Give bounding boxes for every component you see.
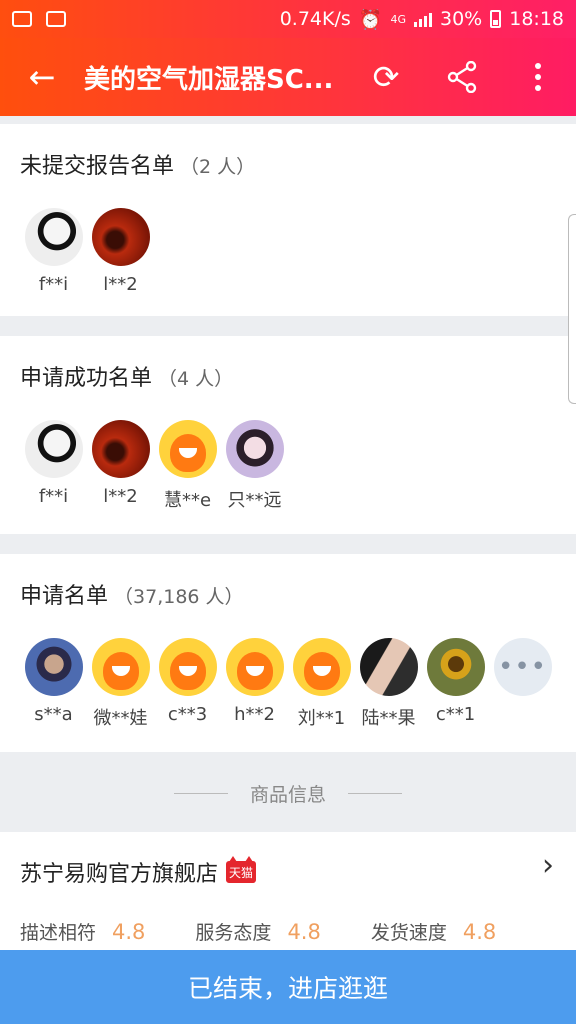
tmall-badge-icon: 天猫	[226, 856, 257, 883]
page-title: 美的空气加湿器SC...	[84, 64, 334, 95]
store-name[interactable]: 苏宁易购官方旗舰店 天猫	[20, 856, 257, 888]
avatar	[292, 638, 351, 696]
rating-value: 4.8	[112, 920, 146, 944]
status-bar: 0.74K/s ⏰ 4G 30% 18:18	[0, 0, 576, 38]
network-type: 4G	[390, 12, 406, 26]
user-item[interactable]: c**1	[422, 638, 489, 730]
user-name: f**i	[38, 486, 69, 507]
section-count: （2 人）	[180, 156, 256, 178]
user-name: l**2	[103, 274, 138, 295]
rating-shipping: 发货速度 4.8	[371, 918, 496, 945]
avatar	[24, 420, 83, 478]
section-title-text: 未提交报告名单	[20, 154, 175, 179]
rating-service: 服务态度 4.8	[195, 918, 320, 945]
divider-line	[348, 792, 402, 794]
user-name: f**i	[38, 274, 69, 295]
more-vertical-icon	[535, 63, 541, 91]
clock: 18:18	[509, 8, 564, 30]
applicants-user-list: s**a 微**娃 c**3 h**2 刘**1 陆**果 c**1 •••	[20, 638, 556, 730]
avatar	[158, 420, 217, 478]
user-name: c**1	[435, 704, 476, 725]
user-name: 慧**e	[163, 490, 212, 511]
section-title-text: 申请成功名单	[20, 366, 153, 391]
avatar	[225, 420, 284, 478]
user-item[interactable]: l**2	[87, 208, 154, 295]
refresh-button[interactable]: ⟳	[348, 38, 424, 116]
rating-value: 4.8	[462, 920, 497, 944]
more-dots-icon: •••	[493, 638, 552, 696]
section-title-text: 申请名单	[20, 584, 109, 609]
user-item[interactable]: l**2	[87, 420, 154, 512]
divider-line	[173, 792, 228, 794]
avatar	[91, 420, 150, 478]
section-title: 申请成功名单 （4 人）	[20, 360, 233, 392]
store-name-text: 苏宁易购官方旗舰店	[20, 862, 219, 887]
edge-panel-handle[interactable]	[568, 214, 576, 404]
battery-percent: 30%	[440, 8, 483, 30]
not-submitted-section: 未提交报告名单 （2 人） f**i l**2	[0, 124, 576, 316]
store-ratings: 描述相符 4.8 服务态度 4.8 发货速度 4.8	[20, 918, 496, 945]
section-title: 申请名单 （37,186 人）	[20, 578, 244, 610]
battery-icon	[490, 10, 502, 28]
divider-label: 商品信息	[249, 783, 326, 806]
user-name: 刘**1	[297, 708, 346, 729]
more-menu-button[interactable]	[500, 38, 576, 116]
chevron-right-icon[interactable]: ›	[542, 848, 554, 883]
avatar	[91, 208, 150, 266]
user-name: c**3	[167, 704, 208, 725]
voicemail-notification-icon	[46, 11, 66, 27]
section-title: 未提交报告名单 （2 人）	[20, 148, 255, 180]
user-item[interactable]: 陆**果	[355, 638, 422, 730]
arrow-left-icon: ←	[28, 58, 56, 96]
applicants-section: 申请名单 （37,186 人） s**a 微**娃 c**3 h**2 刘**1 …	[0, 554, 576, 752]
section-count: （4 人）	[158, 368, 234, 390]
not-submitted-user-list: f**i l**2	[20, 208, 154, 295]
user-item[interactable]: f**i	[20, 420, 87, 512]
user-name: s**a	[34, 704, 73, 725]
avatar	[24, 638, 83, 696]
alarm-icon: ⏰	[358, 8, 383, 31]
more-users-button[interactable]: •••	[489, 638, 556, 730]
user-item[interactable]: h**2	[221, 638, 288, 730]
share-button[interactable]	[424, 38, 500, 116]
avatar	[24, 208, 83, 266]
user-name: 微**娃	[93, 708, 148, 729]
product-info-divider: 商品信息	[0, 754, 576, 832]
network-speed: 0.74K/s	[279, 8, 351, 30]
user-name: l**2	[103, 486, 138, 507]
refresh-icon: ⟳	[372, 58, 400, 96]
avatar	[91, 638, 150, 696]
rating-description: 描述相符 4.8	[20, 918, 145, 945]
gallery-notification-icon	[12, 11, 32, 27]
section-count: （37,186 人）	[114, 586, 244, 608]
rating-label: 发货速度	[370, 922, 447, 944]
user-item[interactable]: 微**娃	[87, 638, 154, 730]
user-item[interactable]: 慧**e	[154, 420, 221, 512]
user-name: 陆**果	[361, 708, 416, 729]
signal-icon	[414, 11, 432, 27]
user-item[interactable]: c**3	[154, 638, 221, 730]
rating-label: 服务态度	[195, 922, 272, 944]
avatar	[225, 638, 284, 696]
success-section: 申请成功名单 （4 人） f**i l**2 慧**e 只**远	[0, 336, 576, 534]
avatar	[359, 638, 418, 696]
share-icon	[447, 61, 477, 93]
user-item[interactable]: s**a	[20, 638, 87, 730]
user-name: h**2	[234, 704, 275, 725]
visit-store-button[interactable]: 已结束，进店逛逛	[0, 950, 576, 1024]
user-item[interactable]: 只**远	[221, 420, 288, 512]
back-button[interactable]: ←	[0, 38, 84, 116]
user-item[interactable]: f**i	[20, 208, 87, 295]
nav-bar: ← 美的空气加湿器SC... ⟳	[0, 38, 576, 116]
avatar	[426, 638, 485, 696]
rating-value: 4.8	[287, 920, 321, 944]
rating-label: 描述相符	[20, 922, 97, 944]
user-item[interactable]: 刘**1	[288, 638, 355, 730]
avatar	[158, 638, 217, 696]
user-name: 只**远	[227, 490, 282, 511]
success-user-list: f**i l**2 慧**e 只**远	[20, 420, 288, 512]
